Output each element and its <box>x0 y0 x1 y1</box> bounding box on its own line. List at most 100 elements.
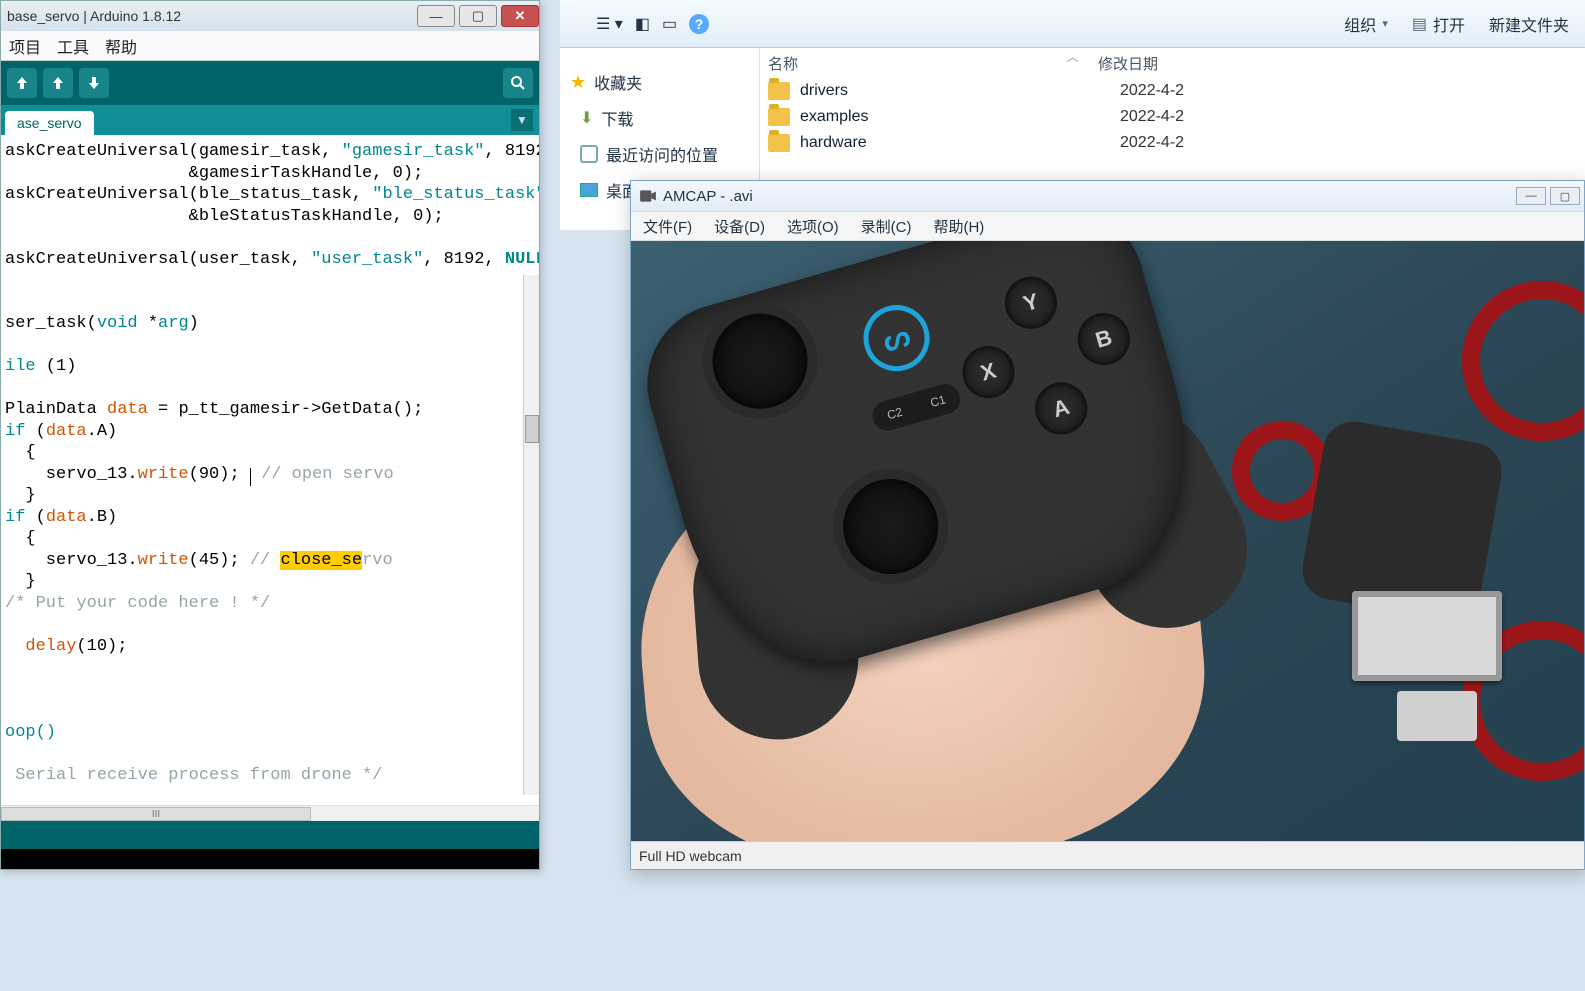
view-detail-icon[interactable]: ▭ <box>662 14 677 34</box>
open-button[interactable] <box>7 68 37 98</box>
amcap-titlebar[interactable]: AMCAP - .avi — ▢ <box>631 181 1584 211</box>
column-headers[interactable]: 名称 修改日期 <box>760 48 1585 78</box>
code-comment: /* Put your code here ! */ <box>5 594 270 613</box>
organize-label: 组织 <box>1344 12 1376 36</box>
sidebar-downloads[interactable]: ⬇ 下载 <box>560 100 759 136</box>
arduino-status-bar <box>1 821 539 869</box>
code-fn: delay <box>25 637 76 656</box>
code-text: (1) <box>36 357 77 376</box>
code-text: .B) <box>87 508 118 527</box>
amcap-menubar: 文件(F) 设备(D) 选项(O) 录制(C) 帮助(H) <box>631 211 1584 241</box>
amcap-window: AMCAP - .avi — ▢ 文件(F) 设备(D) 选项(O) 录制(C)… <box>630 180 1585 870</box>
download-icon: ⬇ <box>580 108 593 128</box>
menu-project[interactable]: 项目 <box>9 34 41 58</box>
arduino-title: base_servo | Arduino 1.8.12 <box>7 8 181 24</box>
list-item[interactable]: examples 2022-4-2 <box>760 104 1585 130</box>
arrow-up-icon <box>50 75 66 91</box>
menu-device[interactable]: 设备(D) <box>714 216 765 237</box>
code-text: ( <box>25 508 45 527</box>
item-name: drivers <box>800 82 1120 100</box>
code-text: , 8192, <box>484 142 539 161</box>
menu-help[interactable]: 帮助 <box>105 34 137 58</box>
code-arg: arg <box>158 314 189 333</box>
menu-help[interactable]: 帮助(H) <box>933 216 984 237</box>
code-line: &gamesirTaskHandle, 0); <box>5 164 423 183</box>
recent-label: 最近访问的位置 <box>606 142 718 166</box>
item-name: hardware <box>800 134 1120 152</box>
code-comment: // open servo <box>261 465 394 484</box>
arduino-tabs: ase_servo ▼ <box>1 105 539 135</box>
open-label: 打开 <box>1433 12 1465 36</box>
code-comment: Serial receive process from drone */ <box>5 766 382 785</box>
maximize-button[interactable]: ▢ <box>459 5 497 27</box>
item-date: 2022-4-2 <box>1120 82 1184 100</box>
star-icon: ★ <box>570 72 586 93</box>
item-date: 2022-4-2 <box>1120 134 1184 152</box>
view-preview-icon[interactable]: ◧ <box>635 14 650 34</box>
minimize-button[interactable]: — <box>1516 187 1546 205</box>
save-button[interactable] <box>79 68 109 98</box>
amcap-status-bar: Full HD webcam <box>631 841 1584 869</box>
code-editor[interactable]: askCreateUniversal(gamesir_task, "gamesi… <box>1 135 539 815</box>
code-text: (10); <box>76 637 127 656</box>
vertical-scrollbar[interactable] <box>523 275 539 795</box>
code-text: ) <box>189 314 199 333</box>
code-line: &bleStatusTaskHandle, 0); <box>5 207 444 226</box>
list-item[interactable]: hardware 2022-4-2 <box>760 130 1585 156</box>
code-brace: { <box>25 529 35 548</box>
amcap-app-icon <box>639 187 657 205</box>
column-date[interactable]: 修改日期 <box>1098 53 1158 74</box>
help-icon[interactable]: ? <box>689 14 709 34</box>
newfolder-label: 新建文件夹 <box>1489 12 1569 36</box>
menu-options[interactable]: 选项(O) <box>787 216 839 237</box>
explorer-toolbar: ☰ ▾ ◧ ▭ ? 组织 ▾ ▤ 打开 新建文件夹 <box>560 0 1585 48</box>
code-line: askCreateUniversal(gamesir_task, <box>5 142 342 161</box>
folder-icon <box>768 82 790 100</box>
drone-prop <box>1272 301 1572 841</box>
scroll-thumb[interactable] <box>525 415 539 443</box>
tab-menu-button[interactable]: ▼ <box>511 109 533 131</box>
code-line: servo_13. <box>25 465 137 484</box>
horizontal-scrollbar[interactable]: III <box>1 805 539 821</box>
video-preview: ᔕ C2 C1 Y X B A <box>631 241 1584 841</box>
code-var: data <box>46 508 87 527</box>
code-comment: // <box>250 551 270 570</box>
code-line: ser_task( <box>5 314 97 333</box>
breadboard <box>1352 591 1502 681</box>
newfolder-button[interactable]: 新建文件夹 <box>1489 12 1569 36</box>
code-string: "ble_status_task" <box>372 185 539 204</box>
menu-file[interactable]: 文件(F) <box>643 216 692 237</box>
view-list-icon[interactable]: ☰ ▾ <box>596 14 623 34</box>
propeller-icon <box>1462 281 1584 441</box>
menu-record[interactable]: 录制(C) <box>861 216 912 237</box>
open-icon: ▤ <box>1412 14 1427 34</box>
code-keyword: if <box>5 422 25 441</box>
code-text: .A) <box>87 422 118 441</box>
code-keyword: void <box>97 314 138 333</box>
tab-sketch[interactable]: ase_servo <box>5 111 94 135</box>
item-name: examples <box>800 108 1120 126</box>
code-brace: } <box>25 486 35 505</box>
hscroll-thumb[interactable]: III <box>1 807 311 821</box>
organize-menu[interactable]: 组织 ▾ <box>1344 12 1388 36</box>
upload-button[interactable] <box>43 68 73 98</box>
code-line: askCreateUniversal(user_task, <box>5 250 311 269</box>
list-item[interactable]: drivers 2022-4-2 <box>760 78 1585 104</box>
arduino-titlebar[interactable]: base_servo | Arduino 1.8.12 — ▢ ✕ <box>1 1 539 31</box>
serial-monitor-button[interactable] <box>503 68 533 98</box>
code-string: "user_task" <box>311 250 423 269</box>
code-text: * <box>138 314 158 333</box>
close-button[interactable]: ✕ <box>501 5 539 27</box>
code-keyword: ile <box>5 357 36 376</box>
column-name[interactable]: 名称 <box>768 53 1098 74</box>
maximize-button[interactable]: ▢ <box>1550 187 1580 205</box>
menu-tools[interactable]: 工具 <box>57 34 89 58</box>
folder-icon <box>768 108 790 126</box>
arduino-toolbar <box>1 61 539 105</box>
code-text: (90); <box>189 465 250 484</box>
sidebar-recent[interactable]: 最近访问的位置 <box>560 136 759 172</box>
open-menu[interactable]: ▤ 打开 <box>1412 12 1465 36</box>
sidebar-favorites[interactable]: ★ 收藏夹 <box>560 64 759 100</box>
c2-label: C2 <box>885 405 904 423</box>
minimize-button[interactable]: — <box>417 5 455 27</box>
